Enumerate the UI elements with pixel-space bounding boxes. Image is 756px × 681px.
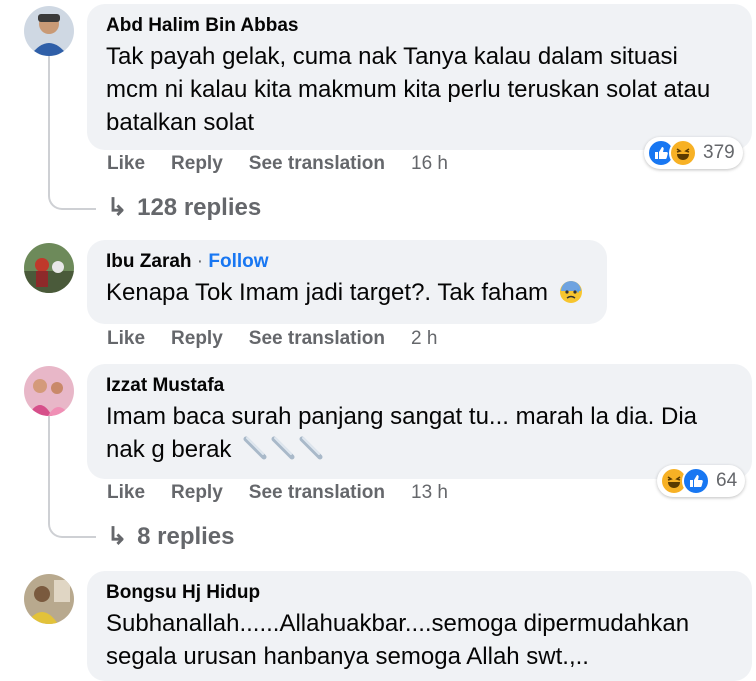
view-replies-link[interactable]: ↳ 128 replies [107,193,261,222]
like-button[interactable]: Like [107,153,145,175]
comment-text-line: Imam baca surah panjang sangat tu... mar… [106,403,697,430]
comment-text: Kenapa Tok Imam jadi target?. Tak faham [106,276,591,313]
comment-bubble: Ibu Zarah · Follow Kenapa Tok Imam jadi … [87,240,607,324]
avatar[interactable] [24,243,74,293]
comment-actions: Like Reply See translation 13 h [107,482,448,504]
replies-count: 8 replies [137,522,235,550]
follow-button[interactable]: Follow [208,251,268,272]
comment-bubble: Izzat Mustafa Imam baca surah panjang sa… [87,364,752,479]
comment-timestamp[interactable]: 13 h [411,482,448,504]
reply-button[interactable]: Reply [171,153,223,175]
comment-text-fragment: nak g berak [106,436,232,463]
reply-button[interactable]: Reply [171,482,223,504]
comment-author[interactable]: Ibu Zarah [106,251,192,272]
comment-bubble: Abd Halim Bin Abbas Tak payah gelak, cum… [87,4,752,150]
like-button[interactable]: Like [107,482,145,504]
thread-connector [48,186,96,210]
comment-author[interactable]: Izzat Mustafa [106,374,736,398]
comment-text-line: nak g berak [106,433,736,470]
comment-bubble: Bongsu Hj Hidup Subhanallah......Allahua… [87,571,752,681]
like-reaction-icon [682,467,710,495]
comment-text-line: Tak payah gelak, cuma nak Tanya kalau da… [106,43,678,70]
reaction-summary[interactable]: 64 [657,465,746,497]
comment-author[interactable]: Abd Halim Bin Abbas [106,14,736,38]
reaction-summary[interactable]: 379 [644,137,743,169]
reply-arrow-icon: ↳ [107,194,128,221]
see-translation-link[interactable]: See translation [249,328,385,350]
comment-text-line: segala urusan hanbanya semoga Allah swt.… [106,643,589,670]
sweat-droplets-emoji [242,435,330,470]
comment-timestamp[interactable]: 2 h [411,328,437,350]
thread-line [48,56,50,186]
comment-author[interactable]: Bongsu Hj Hidup [106,581,736,605]
see-translation-link[interactable]: See translation [249,153,385,175]
comment-text-line: mcm ni kalau kita makmum kita perlu teru… [106,76,711,103]
reply-button[interactable]: Reply [171,328,223,350]
haha-reaction-icon [669,139,697,167]
like-button[interactable]: Like [107,328,145,350]
reply-arrow-icon: ↳ [107,523,128,550]
comment-timestamp[interactable]: 16 h [411,153,448,175]
avatar[interactable] [24,6,74,56]
thread-connector [48,514,96,538]
anxious-face-emoji [559,280,583,313]
replies-count: 128 replies [137,193,262,221]
reaction-count: 64 [716,470,738,491]
comment-author-line: Ibu Zarah · Follow [106,250,591,274]
comment-actions: Like Reply See translation 16 h [107,153,448,175]
avatar[interactable] [24,574,74,624]
comment-text-line: Subhanallah......Allahuakbar....semoga d… [106,610,690,637]
comment-text: Tak payah gelak, cuma nak Tanya kalau da… [106,40,736,139]
separator-dot: · [196,251,204,272]
comment-actions: Like Reply See translation 2 h [107,328,437,350]
comment-text: Imam baca surah panjang sangat tu... mar… [106,400,736,470]
avatar[interactable] [24,366,74,416]
reaction-count: 379 [703,142,735,163]
see-translation-link[interactable]: See translation [249,482,385,504]
comment-text-line: Kenapa Tok Imam jadi target?. Tak faham [106,279,549,306]
view-replies-link[interactable]: ↳ 8 replies [107,522,235,551]
comment-text-line: batalkan solat [106,109,255,136]
comment-text: Subhanallah......Allahuakbar....semoga d… [106,607,736,673]
